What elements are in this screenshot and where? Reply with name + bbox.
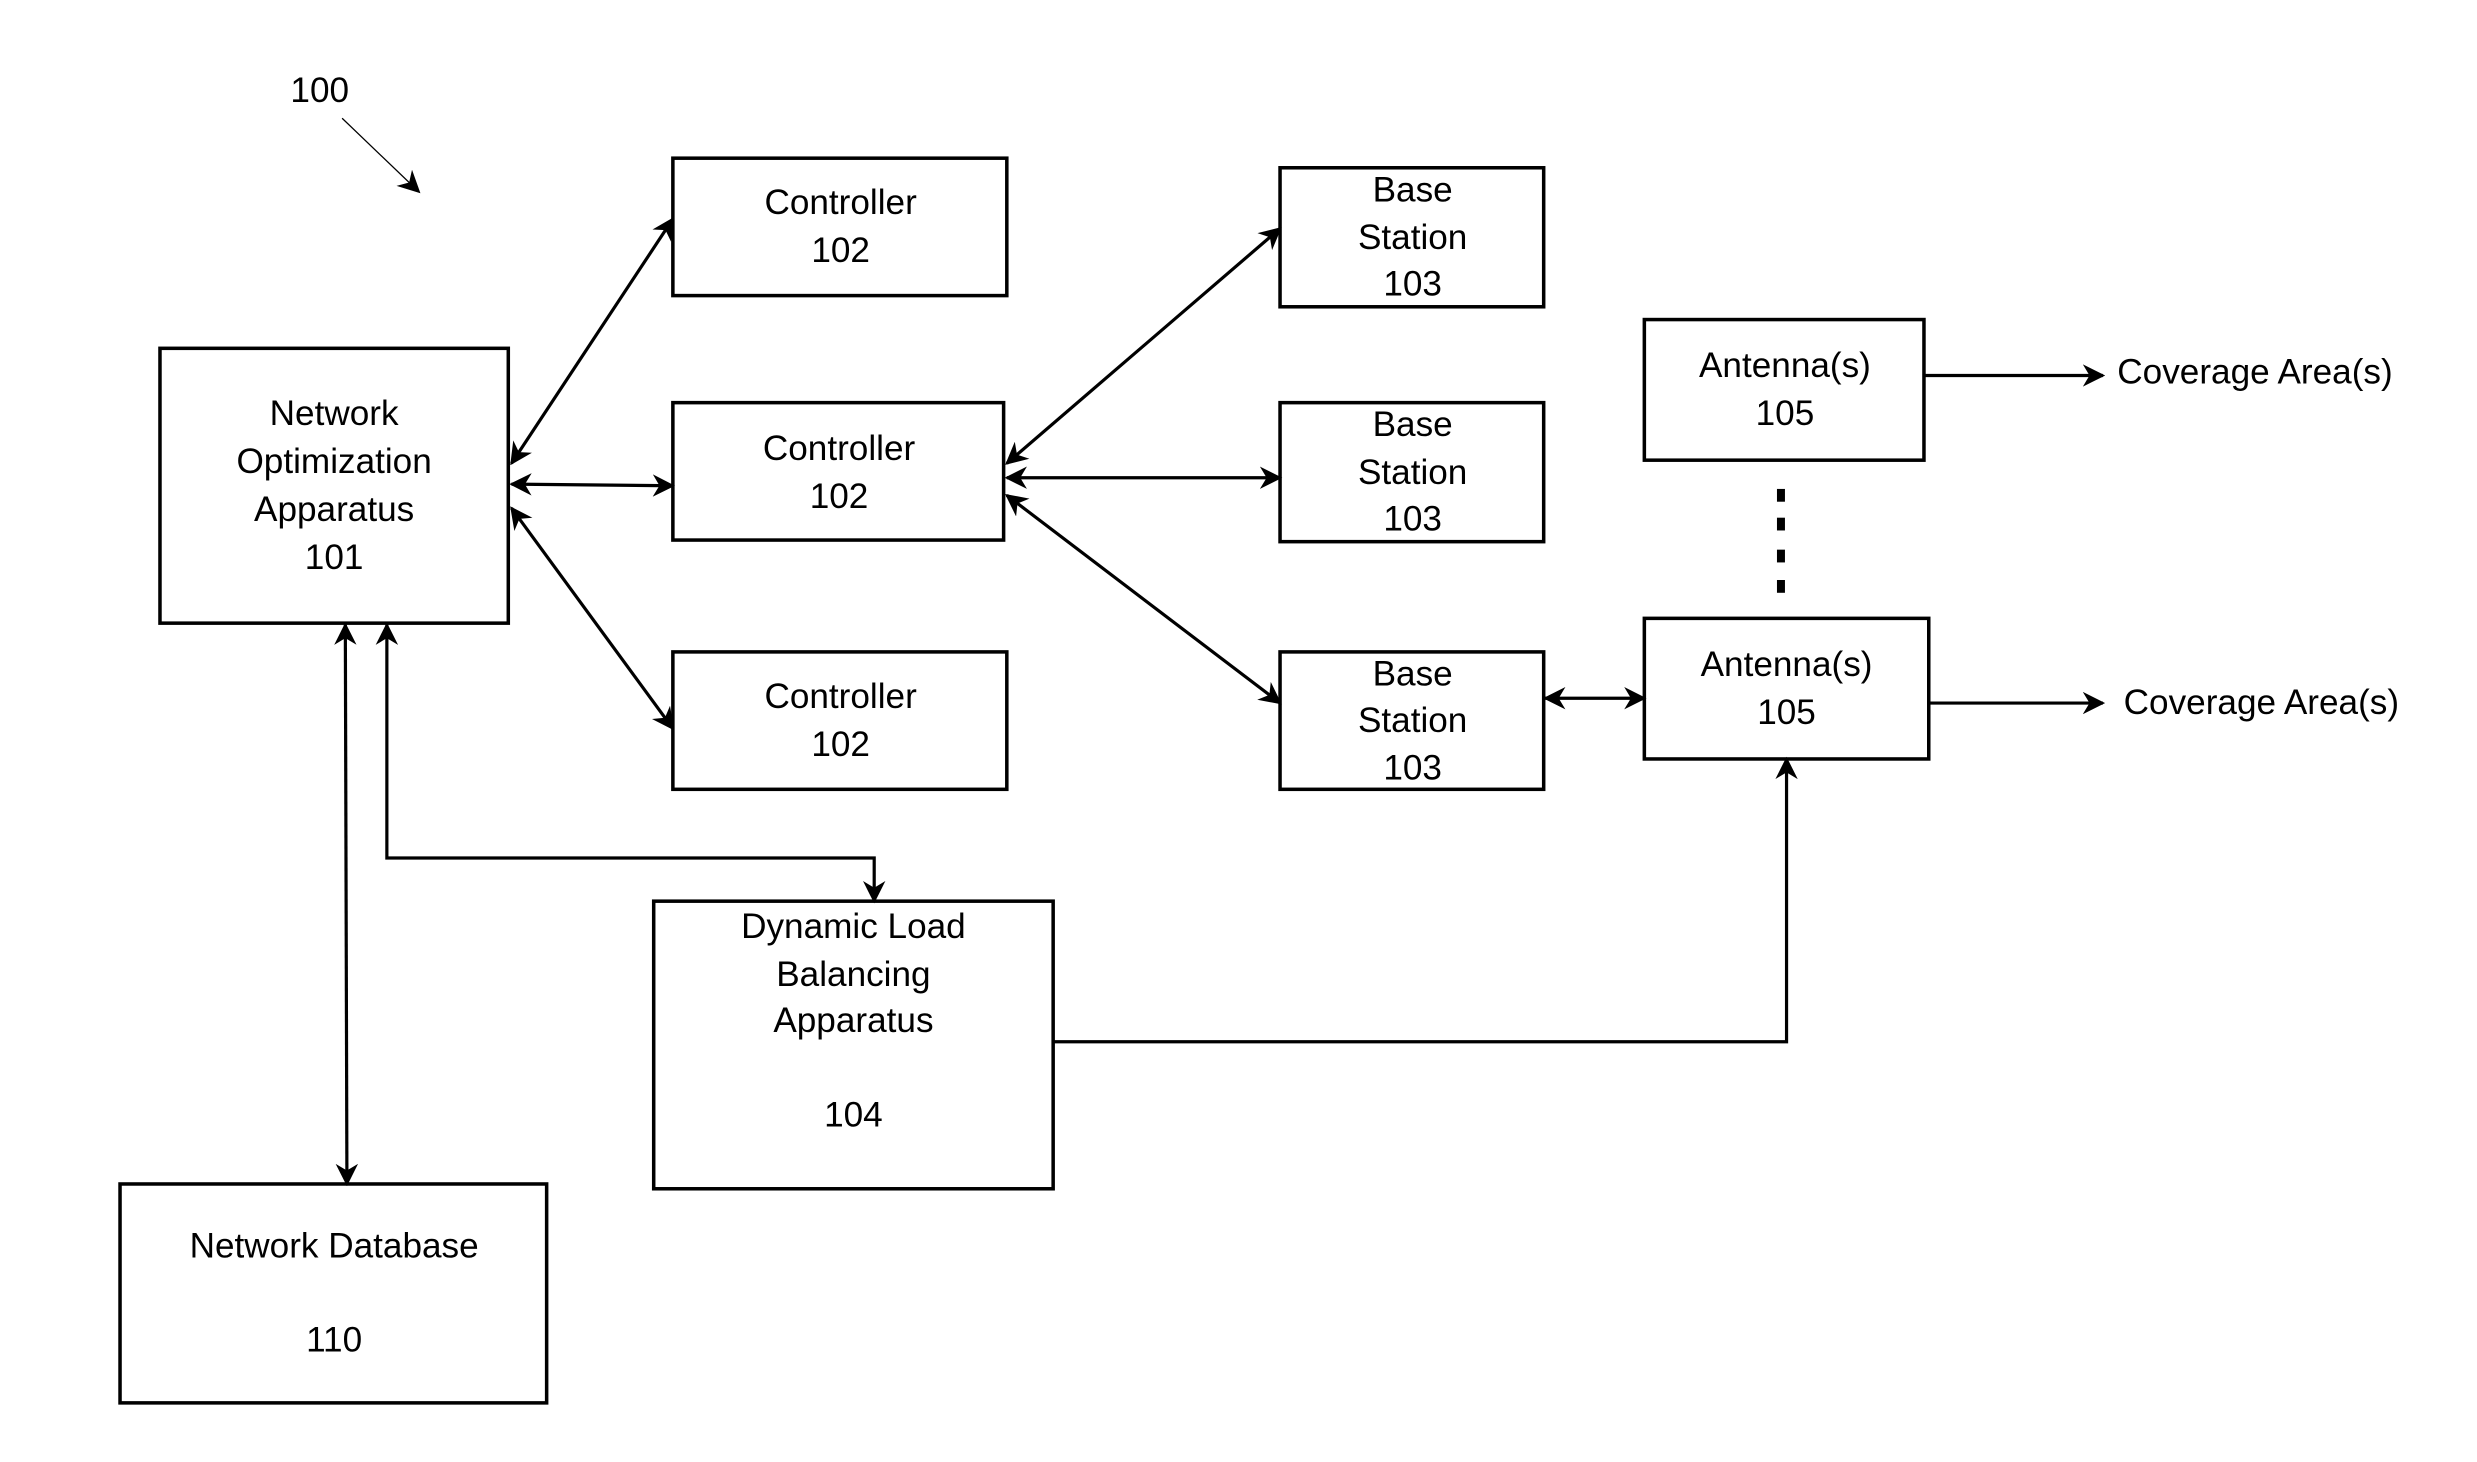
node-label-line: Station — [1358, 453, 1467, 492]
node-controller-top[interactable]: Controller 102 — [671, 156, 1009, 298]
node-network-optimization[interactable]: Network Optimization Apparatus 101 — [158, 346, 511, 625]
node-label-line: Optimization — [236, 442, 431, 481]
node-label-line: 101 — [305, 538, 364, 577]
node-controller-mid[interactable]: Controller 102 — [671, 400, 1006, 542]
node-label-line: Network — [270, 394, 399, 433]
node-label-line: Controller — [764, 677, 917, 716]
node-label-line: 102 — [811, 725, 870, 764]
node-label-line: Antenna(s) — [1701, 645, 1873, 684]
coverage-area-label-top: Coverage Area(s) — [2117, 352, 2392, 391]
figure-reference-arrow — [341, 117, 421, 194]
node-label-line: 110 — [306, 1321, 362, 1360]
ellipsis-dots — [1776, 488, 1785, 593]
node-label-line: Controller — [763, 429, 916, 468]
diagram-canvas: 100 Network Optimization Apparatus 101 C… — [118, 71, 2399, 1405]
node-label-line: Apparatus — [254, 490, 414, 529]
edge-optimization-controller-top — [510, 217, 675, 466]
node-label-line: 104 — [824, 1095, 883, 1134]
node-base-station-bottom[interactable]: Base Station 103 — [1278, 650, 1546, 792]
coverage-area-label-bottom: Coverage Area(s) — [2124, 683, 2399, 722]
node-label-line: 105 — [1757, 693, 1816, 732]
edge-controller-base-station-top — [1005, 227, 1282, 465]
node-antenna-bottom[interactable]: Antenna(s) 105 — [1642, 616, 1931, 761]
node-label-line: 105 — [1756, 394, 1815, 433]
node-network-database[interactable]: Network Database 110 — [118, 1182, 549, 1405]
edge-optimization-database — [334, 622, 359, 1187]
node-label-line: Station — [1358, 701, 1467, 740]
edge-optimization-controller-bottom — [510, 506, 675, 731]
node-label-line: Apparatus — [773, 1001, 933, 1040]
node-label-line: 102 — [810, 477, 869, 516]
node-controller-bottom[interactable]: Controller 102 — [671, 650, 1009, 792]
node-label-line: 103 — [1383, 499, 1442, 538]
edge-load-balancing-antenna — [1053, 756, 1798, 1044]
node-label-line: Base — [1373, 405, 1453, 444]
node-label-line: Balancing — [776, 955, 930, 994]
node-label-line: Network Database — [190, 1226, 479, 1265]
node-label-line: Base — [1373, 654, 1453, 693]
node-load-balancing[interactable]: Dynamic Load Balancing Apparatus 104 — [651, 899, 1055, 1191]
node-label-line: 103 — [1383, 749, 1442, 788]
node-label-line: Controller — [764, 183, 917, 222]
node-label-line: 103 — [1383, 265, 1442, 304]
node-label-line: Dynamic Load — [741, 907, 966, 946]
edge-controller-base-station-bottom — [1005, 493, 1282, 705]
node-antenna-top[interactable]: Antenna(s) 105 — [1642, 317, 1926, 462]
node-label-line: Antenna(s) — [1699, 346, 1871, 385]
node-label-line: Base — [1373, 170, 1453, 209]
figure-reference-label: 100 — [290, 71, 349, 110]
node-base-station-top[interactable]: Base Station 103 — [1278, 166, 1546, 309]
node-label-line: Station — [1358, 218, 1467, 257]
node-label-line: 102 — [811, 231, 870, 270]
edge-optimization-controller-mid — [509, 473, 676, 497]
node-base-station-mid[interactable]: Base Station 103 — [1278, 400, 1546, 544]
